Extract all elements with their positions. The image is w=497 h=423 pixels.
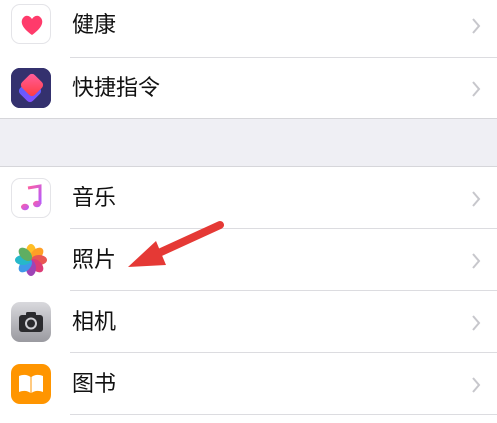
chevron-right-icon <box>472 315 481 331</box>
settings-row-label: 健康 <box>72 13 117 38</box>
music-note-icon <box>11 178 51 218</box>
settings-row-shortcuts[interactable]: 快捷指令 <box>0 58 497 120</box>
settings-group-2: 音乐 照片 相机 图书 <box>0 167 497 423</box>
chevron-right-icon <box>472 81 481 97</box>
separator <box>70 414 497 415</box>
settings-row-books[interactable]: 图书 <box>0 353 497 415</box>
settings-row-health[interactable]: 健康 <box>0 0 497 58</box>
health-heart-icon <box>11 4 51 44</box>
settings-group-1: 健康 快捷指令 <box>0 0 497 118</box>
settings-row-camera[interactable]: 相机 <box>0 291 497 353</box>
settings-row-photos[interactable]: 照片 <box>0 229 497 291</box>
book-icon <box>11 364 51 404</box>
settings-row-label: 音乐 <box>72 186 117 211</box>
chevron-right-icon <box>472 18 481 34</box>
shortcuts-icon <box>11 68 51 108</box>
settings-row-label: 快捷指令 <box>72 76 161 101</box>
photos-flower-icon <box>11 240 51 280</box>
section-gap <box>0 119 497 166</box>
settings-row-label: 相机 <box>72 310 117 335</box>
settings-row-label: 照片 <box>72 248 117 273</box>
red-arrow-icon <box>128 221 224 267</box>
camera-icon <box>11 302 51 342</box>
chevron-right-icon <box>472 191 481 207</box>
settings-row-label: 图书 <box>72 372 117 397</box>
chevron-right-icon <box>472 377 481 393</box>
settings-row-music[interactable]: 音乐 <box>0 167 497 229</box>
chevron-right-icon <box>472 253 481 269</box>
